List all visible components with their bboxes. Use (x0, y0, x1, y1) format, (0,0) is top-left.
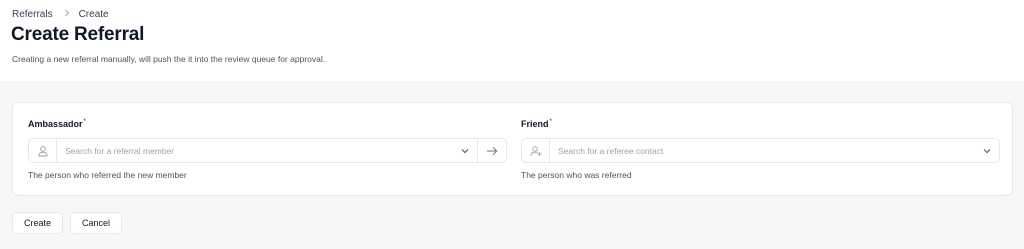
required-mark: * (83, 119, 86, 125)
referral-form-card: Ambassador* The person who referred the … (12, 102, 1013, 196)
create-button[interactable]: Create (12, 212, 63, 234)
ambassador-select[interactable] (28, 138, 507, 163)
breadcrumb-current: Create (78, 8, 109, 20)
friend-field: Friend* The person who was referred (521, 119, 1000, 180)
ambassador-label-text: Ambassador (28, 119, 83, 129)
page-header: Referrals Create Create Referral Creatin… (0, 0, 1024, 81)
page-title: Create Referral (11, 24, 145, 45)
friend-label-text: Friend (521, 119, 549, 129)
chevron-right-icon (64, 9, 70, 20)
friend-hint: The person who was referred (521, 170, 632, 180)
user-plus-icon (522, 139, 550, 162)
chevron-down-icon[interactable] (975, 139, 999, 162)
breadcrumb: Referrals Create (12, 7, 109, 21)
friend-label: Friend* (521, 119, 1000, 131)
ambassador-field: Ambassador* The person who referred the … (28, 119, 507, 180)
ambassador-hint: The person who referred the new member (28, 170, 187, 180)
required-mark: * (549, 119, 552, 125)
friend-select[interactable] (521, 138, 1000, 163)
arrow-right-icon[interactable] (477, 139, 506, 162)
ambassador-label: Ambassador* (28, 119, 507, 131)
friend-search-input[interactable] (550, 139, 975, 162)
breadcrumb-link-referrals[interactable]: Referrals (12, 9, 53, 20)
user-icon (29, 139, 57, 162)
chevron-down-icon[interactable] (453, 139, 477, 162)
page-description: Creating a new referral manually, will p… (12, 54, 326, 64)
ambassador-search-input[interactable] (57, 139, 453, 162)
cancel-button[interactable]: Cancel (70, 212, 122, 234)
